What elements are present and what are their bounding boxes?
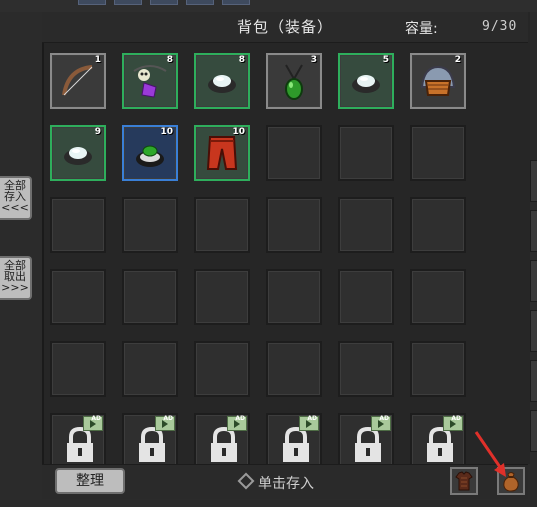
locked-slot[interactable]: AD <box>338 413 394 469</box>
lock-icon <box>139 426 165 462</box>
inventory-slot-ring[interactable]: 8 <box>194 53 250 109</box>
play-icon <box>306 420 312 428</box>
top-strip <box>0 0 537 12</box>
inventory-slot-amulet[interactable]: 3 <box>266 53 322 109</box>
top-slot <box>114 0 142 5</box>
item-count: 5 <box>382 55 389 65</box>
empty-slot[interactable] <box>338 125 394 181</box>
emerald-ring-icon <box>136 145 164 167</box>
empty-slot[interactable] <box>194 269 250 325</box>
top-slot <box>78 0 106 5</box>
panel-header: 背包（装备） 容量: 9/30 <box>42 12 528 43</box>
empty-slot[interactable] <box>50 197 106 253</box>
inventory-slot-bow[interactable]: 1 <box>50 53 106 109</box>
item-count: 8 <box>238 55 245 65</box>
right-tab[interactable] <box>530 360 537 402</box>
ring-icon <box>352 75 380 93</box>
locked-slot[interactable]: AD <box>266 413 322 469</box>
watch-ad-icon[interactable]: AD <box>155 415 175 431</box>
item-count: 3 <box>310 55 317 65</box>
withdraw-all-label: 全部 取出 >>> <box>1 259 29 294</box>
empty-slot[interactable] <box>266 341 322 397</box>
charm-icon <box>133 65 167 98</box>
amulet-icon <box>285 64 303 100</box>
top-slot <box>186 0 214 5</box>
empty-slot[interactable] <box>266 125 322 181</box>
empty-slot[interactable] <box>122 269 178 325</box>
inventory-slot-helmet[interactable]: 2 <box>410 53 466 109</box>
item-count: 2 <box>454 55 461 65</box>
locked-slot[interactable]: AD <box>410 413 466 469</box>
play-icon <box>90 420 96 428</box>
empty-slot[interactable] <box>410 197 466 253</box>
top-slot <box>222 0 250 5</box>
play-icon <box>450 420 456 428</box>
hint-text: 单击存入 <box>258 476 314 492</box>
pointer-arrow-icon <box>474 431 506 477</box>
diamond-icon <box>237 472 255 490</box>
deposit-all-button[interactable]: 全部 存入 <<< <box>0 176 32 220</box>
inventory-slot-charm[interactable]: 8 <box>122 53 178 109</box>
top-slot <box>150 0 178 5</box>
empty-slot[interactable] <box>266 269 322 325</box>
empty-slot[interactable] <box>338 341 394 397</box>
empty-slot[interactable] <box>338 197 394 253</box>
sort-button[interactable]: 整理 <box>55 468 125 494</box>
play-icon <box>378 420 384 428</box>
empty-slot[interactable] <box>122 197 178 253</box>
ring-icon <box>64 147 92 165</box>
lock-icon <box>67 426 93 462</box>
right-tab[interactable] <box>530 210 537 252</box>
item-count: 8 <box>166 55 173 65</box>
click-to-deposit-hint: 单击存入 <box>237 472 314 493</box>
helmet-icon <box>420 65 456 96</box>
panel-title: 背包（装备） <box>236 18 333 36</box>
lock-icon <box>211 426 237 462</box>
play-icon <box>162 420 168 428</box>
armor-glyph <box>455 471 473 491</box>
watch-ad-icon[interactable]: AD <box>227 415 247 431</box>
inventory-slot-pants[interactable]: 10 <box>194 125 250 181</box>
empty-slot[interactable] <box>410 269 466 325</box>
right-tab[interactable] <box>530 410 537 452</box>
locked-slot[interactable]: AD <box>194 413 250 469</box>
right-tab[interactable] <box>530 160 537 202</box>
empty-slot[interactable] <box>266 197 322 253</box>
inventory-slot-emerald-ring[interactable]: 10 <box>122 125 178 181</box>
locked-slot[interactable]: AD <box>50 413 106 469</box>
lock-icon <box>427 426 453 462</box>
right-tab[interactable] <box>530 260 537 302</box>
item-count: 10 <box>232 127 245 137</box>
item-count: 1 <box>94 55 101 65</box>
item-count: 9 <box>94 127 101 137</box>
bow-icon <box>62 65 93 96</box>
watch-ad-icon[interactable]: AD <box>299 415 319 431</box>
inventory-slot-ring[interactable]: 9 <box>50 125 106 181</box>
capacity-label: 容量: <box>405 21 438 37</box>
empty-slot[interactable] <box>194 341 250 397</box>
play-icon <box>234 420 240 428</box>
pants-icon <box>206 136 238 170</box>
deposit-all-label: 全部 存入 <<< <box>1 179 29 214</box>
withdraw-all-button[interactable]: 全部 取出 >>> <box>0 256 32 300</box>
capacity-value: 9/30 <box>482 19 518 34</box>
empty-slot[interactable] <box>410 341 466 397</box>
watch-ad-icon[interactable]: AD <box>83 415 103 431</box>
watch-ad-icon[interactable]: AD <box>371 415 391 431</box>
empty-slot[interactable] <box>50 269 106 325</box>
lock-icon <box>355 426 381 462</box>
ring-icon <box>208 75 236 93</box>
empty-slot[interactable] <box>50 341 106 397</box>
locked-slot[interactable]: AD <box>122 413 178 469</box>
empty-slot[interactable] <box>410 125 466 181</box>
empty-slot[interactable] <box>338 269 394 325</box>
empty-slot[interactable] <box>122 341 178 397</box>
inventory-slot-ring[interactable]: 5 <box>338 53 394 109</box>
empty-slot[interactable] <box>194 197 250 253</box>
watch-ad-icon[interactable]: AD <box>443 415 463 431</box>
right-tab[interactable] <box>530 310 537 352</box>
item-count: 10 <box>160 127 173 137</box>
lock-icon <box>283 426 309 462</box>
